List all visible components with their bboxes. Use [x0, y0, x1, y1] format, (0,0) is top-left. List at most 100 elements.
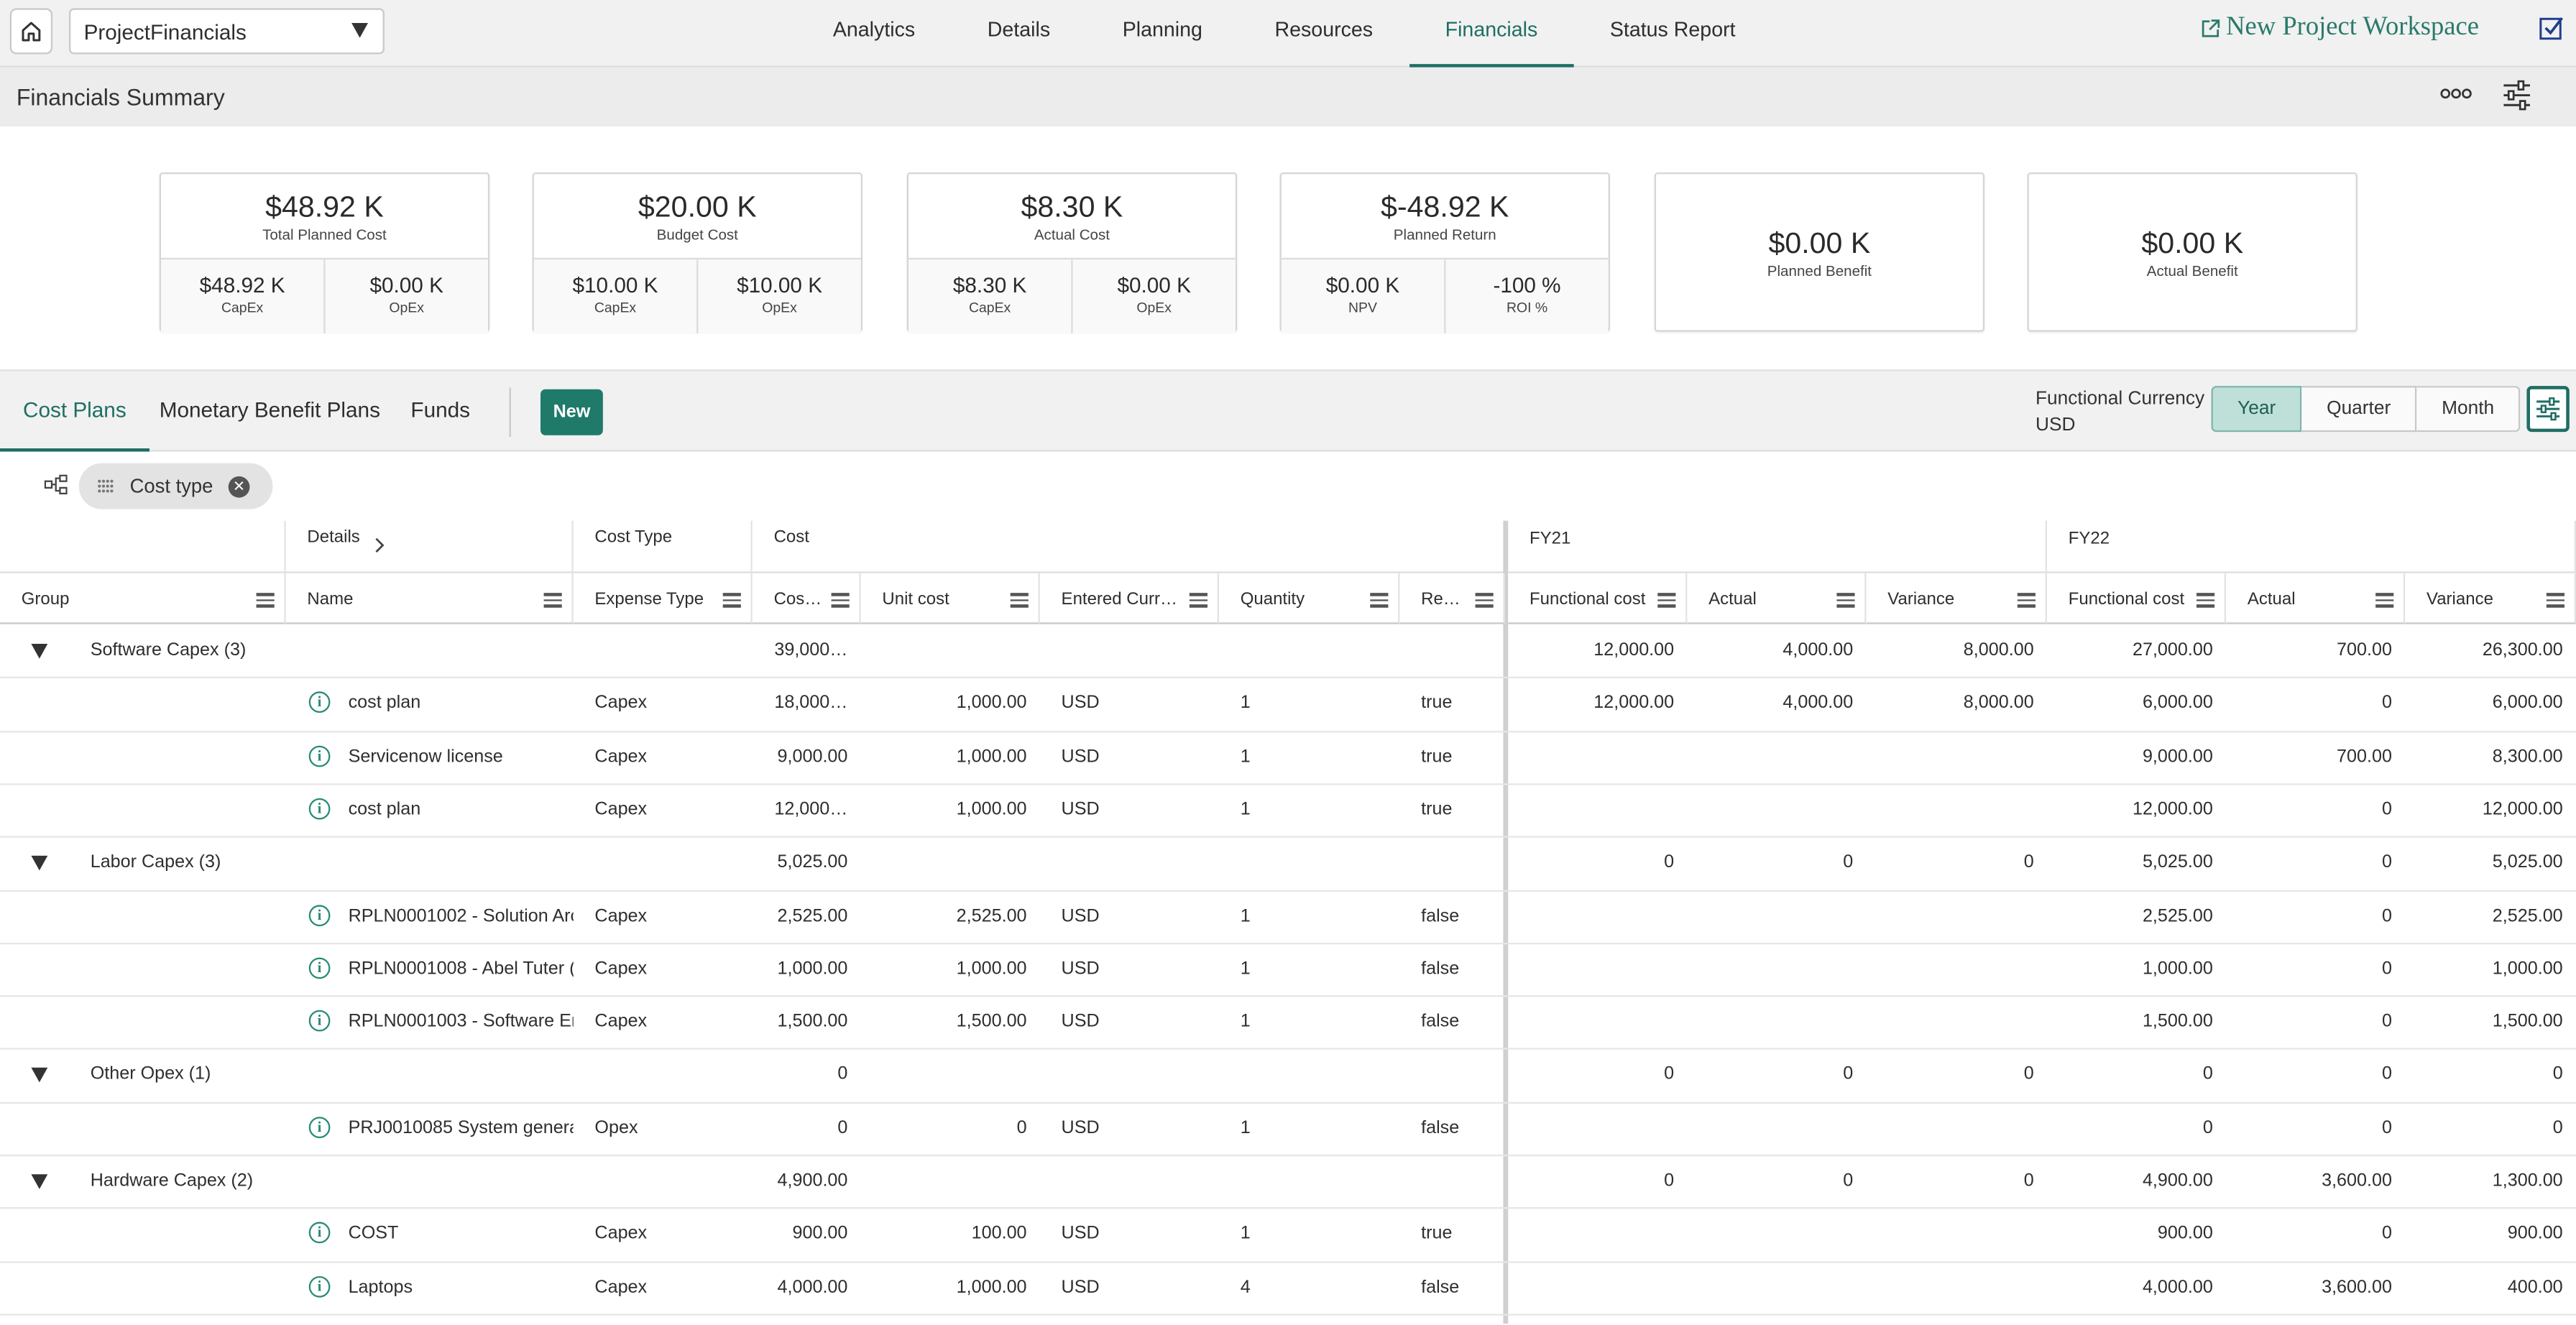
header-details-label: Details: [307, 527, 360, 548]
collapse-group-icon[interactable]: [31, 643, 48, 659]
collapse-group-icon[interactable]: [31, 1068, 48, 1084]
grid-settings-button[interactable]: [2526, 386, 2570, 433]
settings-sliders-icon[interactable]: [2501, 79, 2534, 112]
tab-status-report[interactable]: Status Report: [1574, 0, 1772, 68]
header-details[interactable]: Details: [285, 520, 574, 573]
actual-cost-card[interactable]: $8.30 K Actual Cost $8.30 K CapEx $0.00 KO…: [906, 172, 1238, 333]
info-icon[interactable]: i: [308, 1116, 331, 1138]
new-button[interactable]: New: [540, 389, 603, 435]
column-quantity-header[interactable]: Quantity: [1218, 573, 1400, 624]
column-unit-cost-header[interactable]: Unit cost: [860, 573, 1040, 624]
column-header-label: Variance: [1887, 589, 1955, 609]
chevron-right-icon[interactable]: [373, 537, 386, 553]
tab-resources[interactable]: Resources: [1238, 0, 1409, 68]
tab-cost-plans[interactable]: Cost Plans: [0, 371, 150, 452]
remove-chip-icon[interactable]: ✕: [228, 476, 250, 498]
checkbox-icon[interactable]: [2538, 15, 2564, 42]
cell-fy22-actual: 0: [2381, 1065, 2392, 1085]
column-menu-icon[interactable]: [831, 593, 850, 608]
group-by-chip[interactable]: Cost type ✕: [78, 463, 273, 509]
group-by-icon[interactable]: [44, 474, 68, 494]
cell-fy22-actual: 0: [2381, 1012, 2392, 1032]
cell-name[interactable]: Servicenow license: [349, 747, 574, 766]
cell-name[interactable]: cost plan: [349, 800, 574, 819]
cell-fy22-actual: 700.00: [2337, 640, 2392, 660]
cell-name[interactable]: RPLN0001008 - Abel Tuter (Ar: [349, 959, 574, 978]
column-menu-icon[interactable]: [1370, 593, 1389, 608]
tab-analytics[interactable]: Analytics: [797, 0, 952, 68]
card-value: $0.00 K: [2141, 226, 2244, 260]
cell-re: true: [1421, 747, 1453, 767]
planned-return-card[interactable]: $-48.92 K Planned Return $0.00 K NPV -100 …: [1279, 172, 1610, 333]
more-options-icon[interactable]: [2439, 86, 2472, 102]
tab-details[interactable]: Details: [951, 0, 1086, 68]
quarter-button[interactable]: Quarter: [2301, 386, 2417, 433]
info-icon[interactable]: i: [308, 904, 331, 925]
column-menu-icon[interactable]: [2546, 593, 2564, 608]
info-icon[interactable]: i: [308, 1275, 331, 1297]
home-button[interactable]: [9, 8, 53, 55]
column-menu-icon[interactable]: [256, 593, 275, 608]
cell-name[interactable]: PRJ0010085 System generate: [349, 1118, 574, 1137]
year-button[interactable]: Year: [2211, 386, 2302, 433]
column-header-label: Actual: [1708, 589, 1757, 609]
cell-unit-cost: 1,000.00: [956, 693, 1027, 714]
tab-monetary-benefit-plans[interactable]: Monetary Benefit Plans: [160, 371, 380, 452]
cell-fy22-functional-cost: 0: [2202, 1065, 2213, 1085]
column-entered-currency-header[interactable]: Entered Curr…: [1039, 573, 1219, 624]
column-fy21-variance-header[interactable]: Variance: [1866, 573, 2047, 624]
column-fy22-variance-header[interactable]: Variance: [2405, 573, 2576, 624]
new-project-workspace-link[interactable]: New Project Workspace: [2200, 13, 2479, 42]
column-menu-icon[interactable]: [2375, 593, 2394, 608]
cell-name[interactable]: RPLN0001002 - Solution Arch: [349, 906, 574, 925]
tab-planning[interactable]: Planning: [1086, 0, 1238, 68]
total-planned-cost-card[interactable]: $48.92 K Total Planned Cost $48.92 K CapEx…: [159, 172, 490, 333]
cell-entered-currency: USD: [1061, 1224, 1100, 1244]
cell-fy22-variance: 900.00: [2507, 1224, 2563, 1244]
cell-fy22-actual: 700.00: [2337, 747, 2392, 767]
column-name-header[interactable]: Name: [285, 573, 574, 624]
column-cost-header[interactable]: Cos…: [752, 573, 861, 624]
cell-name[interactable]: COST: [349, 1224, 574, 1244]
cell-name[interactable]: cost plan: [349, 693, 574, 713]
column-expense-type-header[interactable]: Expense Type: [573, 573, 753, 624]
card-value: $0.00 K: [1768, 226, 1871, 260]
cell-unit-cost: 100.00: [971, 1224, 1027, 1244]
column-menu-icon[interactable]: [1010, 593, 1029, 608]
cell-fy22-functional-cost: 0: [2202, 1117, 2213, 1138]
column-menu-icon[interactable]: [2196, 593, 2215, 608]
column-menu-icon[interactable]: [2017, 593, 2036, 608]
info-icon[interactable]: i: [308, 744, 331, 767]
column-menu-icon[interactable]: [1657, 593, 1676, 608]
column-fy21-actual-header[interactable]: Actual: [1687, 573, 1867, 624]
column-menu-icon[interactable]: [1475, 593, 1494, 608]
column-menu-icon[interactable]: [722, 593, 741, 608]
column-re-header[interactable]: Re…: [1399, 573, 1505, 624]
column-fy22-functional-cost-header[interactable]: Functional cost: [2046, 573, 2227, 624]
column-menu-icon[interactable]: [1189, 593, 1208, 608]
cell-re: false: [1421, 905, 1460, 925]
tab-funds[interactable]: Funds: [410, 371, 470, 452]
column-fy21-functional-cost-header[interactable]: Functional cost: [1508, 573, 1688, 624]
info-icon[interactable]: i: [308, 798, 331, 820]
cell-name[interactable]: RPLN0001003 - Software Engi: [349, 1012, 574, 1031]
cell-quantity: 1: [1240, 905, 1251, 925]
info-icon[interactable]: i: [308, 1010, 331, 1032]
tab-financials[interactable]: Financials: [1409, 0, 1575, 68]
collapse-group-icon[interactable]: [31, 1174, 48, 1189]
collapse-group-icon[interactable]: [31, 856, 48, 871]
planned-benefit-card[interactable]: $0.00 K Planned Benefit: [1654, 172, 1985, 332]
month-button[interactable]: Month: [2416, 386, 2521, 433]
column-menu-icon[interactable]: [543, 593, 562, 608]
project-select[interactable]: ProjectFinancials: [68, 8, 385, 55]
column-menu-icon[interactable]: [1836, 593, 1855, 608]
info-icon[interactable]: i: [308, 957, 331, 979]
actual-benefit-card[interactable]: $0.00 K Actual Benefit: [2027, 172, 2358, 332]
cell-re: false: [1421, 1277, 1460, 1297]
column-group-header[interactable]: Group: [0, 573, 286, 624]
cell-fy22-functional-cost: 1,500.00: [2142, 1012, 2213, 1032]
cell-name[interactable]: Laptops: [349, 1277, 574, 1296]
column-fy22-actual-header[interactable]: Actual: [2226, 573, 2406, 624]
budget-cost-card[interactable]: $20.00 K Budget Cost $10.00 K CapEx $10.00…: [532, 172, 862, 333]
drag-handle-icon[interactable]: [97, 478, 114, 494]
